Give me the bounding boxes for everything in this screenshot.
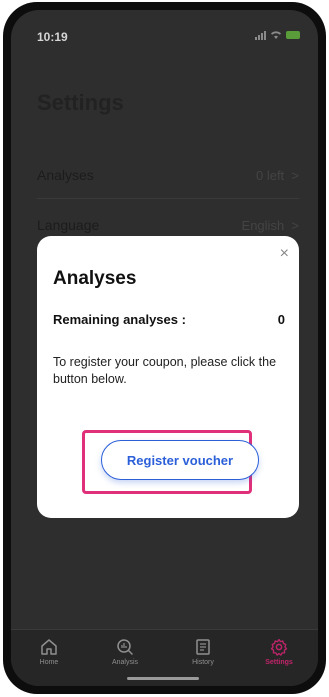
tab-analysis[interactable]: Analysis — [95, 638, 155, 666]
row-value: 0 left > — [255, 167, 299, 183]
phone-frame: 10:19 Settings Analyses 0 left > Languag… — [3, 2, 326, 694]
modal-title: Analyses — [53, 268, 137, 289]
app-screen: 10:19 Settings Analyses 0 left > Languag… — [11, 10, 318, 686]
row-label: Language — [37, 217, 100, 233]
home-icon — [41, 639, 57, 655]
chevron-right-icon: > — [291, 167, 299, 183]
remaining-value: 0 — [277, 312, 285, 327]
tab-label: Analysis — [111, 659, 139, 666]
modal-description: To register your coupon, please click th… — [53, 355, 277, 386]
document-icon — [196, 639, 210, 655]
status-time: 10:19 — [37, 30, 68, 44]
row-value: English > — [241, 217, 299, 233]
settings-row-analyses[interactable]: Analyses 0 left > — [37, 152, 299, 199]
remaining-label: Remaining analyses : — [53, 312, 186, 327]
tab-bar: Home Analysis History Settings — [11, 629, 318, 686]
gear-icon — [270, 638, 288, 656]
tab-label: Home — [39, 659, 59, 666]
tab-home[interactable]: Home — [19, 638, 79, 666]
analyses-modal: × Analyses Remaining analyses : 0 To reg… — [37, 236, 299, 518]
tab-settings[interactable]: Settings — [249, 638, 309, 666]
tab-history[interactable]: History — [173, 638, 233, 666]
search-chart-icon — [117, 639, 134, 656]
close-icon[interactable]: × — [280, 246, 289, 262]
signal-icon — [255, 30, 266, 40]
battery-icon — [286, 31, 300, 39]
remaining-analyses-row: Remaining analyses : 0 — [53, 312, 285, 327]
page-title: Settings — [37, 90, 124, 115]
register-voucher-button[interactable]: Register voucher — [101, 440, 259, 480]
wifi-icon — [271, 31, 281, 39]
status-icons — [255, 30, 300, 40]
row-label: Analyses — [37, 167, 94, 183]
home-indicator — [127, 677, 199, 680]
tab-label: History — [192, 659, 214, 666]
tab-label: Settings — [265, 659, 293, 666]
chevron-right-icon: > — [291, 217, 299, 233]
status-bar: 10:19 — [11, 10, 318, 62]
